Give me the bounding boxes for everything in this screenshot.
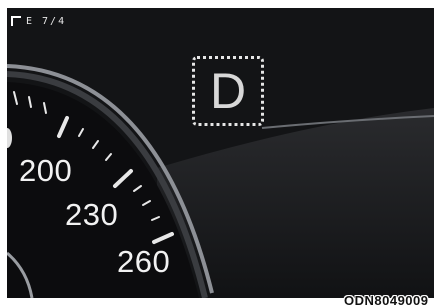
corner-bracket-icon [11,16,21,26]
gear-letter: D [209,63,247,119]
top-indicator: E 7/4 [11,11,66,31]
speed-label: 200 [19,153,73,188]
gear-position-indicator: D [192,56,264,126]
speed-label: 260 [117,244,171,279]
indicator-label: E 7/4 [26,15,67,27]
instrument-cluster-display: E 7/4 D 200 230 260 [7,8,434,298]
figure-code: ODN8049009 [344,293,429,308]
speed-label: 230 [65,197,119,232]
